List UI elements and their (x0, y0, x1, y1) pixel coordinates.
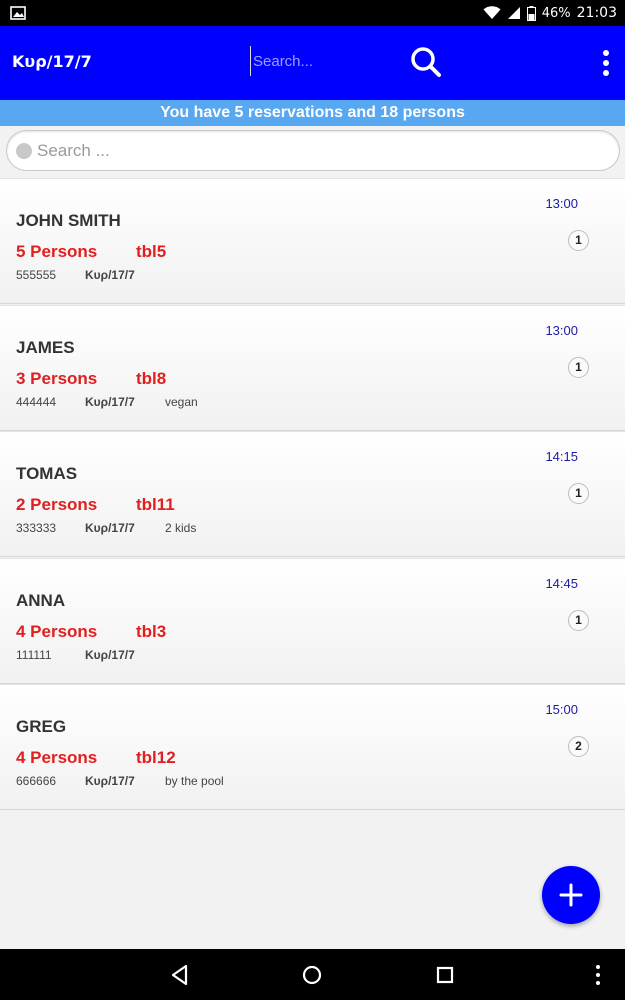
reservations-summary: You have 5 reservations and 18 persons (0, 100, 625, 126)
persons-count: 4 Persons (16, 748, 98, 768)
guest-name: JAMES (16, 337, 75, 357)
reservation-time: 13:00 (545, 196, 578, 211)
table-label: tbl11 (136, 495, 175, 515)
table-label: tbl5 (136, 242, 167, 261)
home-icon[interactable] (298, 961, 326, 989)
guest-name: TOMAS (16, 464, 78, 484)
table-label: tbl3 (136, 621, 167, 641)
app-bar-title: Κυρ/17/7 (12, 52, 92, 71)
count-badge: 1 (568, 356, 589, 378)
phone-number: 555555 (16, 268, 57, 282)
back-icon[interactable] (166, 961, 194, 989)
persons-count: 5 Persons (16, 242, 98, 261)
app-bar: Κυρ/17/7 (0, 26, 625, 100)
guest-name: GREG (16, 717, 67, 737)
reservation-date: Κυρ/17/7 (85, 647, 135, 662)
reservation-date: Κυρ/17/7 (85, 394, 135, 409)
persons-count: 2 Persons (16, 495, 98, 515)
guest-name: ANNA (16, 590, 66, 610)
reservation-date: Κυρ/17/7 (85, 268, 135, 282)
clock: 21:03 (576, 5, 617, 21)
more-vert-icon[interactable] (596, 48, 616, 80)
phone-number: 444444 (16, 394, 57, 409)
reservation-note: by the pool (165, 774, 224, 789)
phone-number: 666666 (16, 774, 57, 789)
count-badge: 1 (568, 483, 589, 505)
count-badge: 1 (568, 609, 589, 631)
search-icon[interactable] (408, 44, 444, 80)
reservation-note: vegan (165, 394, 198, 409)
add-reservation-button[interactable] (542, 866, 600, 924)
reservation-date: Κυρ/17/7 (85, 774, 135, 789)
reservation-time: 15:00 (545, 702, 578, 718)
reservation-row[interactable]: GREG 4 Persons tbl12 666666 Κυρ/17/7 by … (0, 684, 625, 811)
reservation-time: 13:00 (545, 322, 578, 338)
count-badge: 1 (568, 230, 589, 251)
reservation-row[interactable]: ANNA 4 Persons tbl3 111111 Κυρ/17/7 14:4… (0, 557, 625, 684)
recents-icon[interactable] (431, 961, 459, 989)
phone-number: 111111 (16, 647, 52, 662)
image-icon (10, 6, 26, 20)
filter-bar (0, 126, 625, 178)
reservation-row[interactable]: TOMAS 2 Persons tbl11 333333 Κυρ/17/7 2 … (0, 431, 625, 558)
reservation-time: 14:45 (545, 575, 578, 591)
battery-icon (526, 5, 536, 21)
reservation-date: Κυρ/17/7 (85, 521, 135, 536)
filter-search-box[interactable] (6, 130, 620, 171)
phone-number: 333333 (16, 521, 57, 536)
wifi-icon (483, 6, 501, 19)
reservation-list: JOHN SMITH 5 Persons tbl5 555555 Κυρ/17/… (0, 178, 625, 811)
table-label: tbl8 (136, 368, 167, 388)
status-right: 46% 21:03 (483, 0, 617, 26)
persons-count: 3 Persons (16, 368, 98, 388)
signal-icon (507, 7, 520, 19)
reservation-row[interactable]: JOHN SMITH 5 Persons tbl5 555555 Κυρ/17/… (0, 178, 625, 304)
navigation-bar (0, 949, 625, 1000)
filter-search-input[interactable] (37, 137, 607, 165)
count-badge: 2 (568, 736, 589, 758)
persons-count: 4 Persons (16, 621, 98, 641)
search-icon (16, 143, 32, 159)
reservation-row[interactable]: JAMES 3 Persons tbl8 444444 Κυρ/17/7 veg… (0, 304, 625, 431)
status-bar: 46% 21:03 (0, 0, 625, 26)
table-label: tbl12 (136, 748, 176, 768)
add-icon (559, 883, 583, 907)
reservation-note: 2 kids (165, 521, 197, 536)
guest-name: JOHN SMITH (16, 211, 121, 230)
app-bar-search-input[interactable] (250, 46, 400, 76)
more-vert-icon[interactable] (584, 961, 612, 989)
reservation-time: 14:15 (545, 449, 578, 465)
battery-percent: 46% (541, 5, 571, 21)
